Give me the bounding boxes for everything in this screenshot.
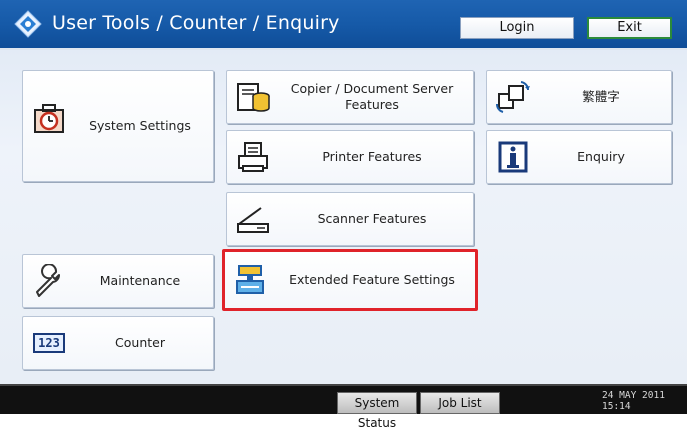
printer-icon	[238, 142, 268, 172]
printer-features-label: Printer Features	[322, 149, 422, 164]
language-switch-label: 繁體字	[582, 89, 620, 104]
wrench-icon	[36, 264, 61, 297]
scanner-features-button[interactable]: Scanner Features	[226, 192, 474, 246]
scanner-features-label: Scanner Features	[317, 211, 427, 226]
page-title: User Tools / Counter / Enquiry	[52, 12, 340, 34]
copier-document-server-icon	[237, 83, 270, 112]
alarm-clock-toolbox-icon	[34, 104, 64, 134]
extended-features-icon	[236, 265, 264, 294]
header-bar: User Tools / Counter / Enquiry Login Exi…	[0, 0, 687, 50]
enquiry-label: Enquiry	[577, 149, 625, 164]
printer-features-button[interactable]: Printer Features	[226, 130, 474, 184]
maintenance-button[interactable]: Maintenance	[22, 254, 214, 308]
language-switch-icon	[496, 81, 530, 113]
extended-feature-settings-label: Extended Feature Settings	[289, 272, 455, 287]
info-icon	[498, 141, 528, 173]
job-list-button[interactable]: Job List	[420, 392, 500, 414]
counter-button[interactable]: 123 Counter	[22, 316, 214, 370]
date-time-display: 24 MAY 2011 15:14	[602, 390, 665, 412]
login-button[interactable]: Login	[460, 17, 574, 39]
enquiry-button[interactable]: Enquiry	[486, 130, 672, 184]
copier-document-server-label: Copier / Document Server Features	[290, 81, 454, 112]
system-settings-button[interactable]: System Settings	[22, 70, 214, 182]
counter-icon-text: 123	[33, 333, 65, 353]
system-status-button[interactable]: System Status	[337, 392, 417, 430]
language-switch-button[interactable]: 繁體字	[486, 70, 672, 124]
bottom-status-bar: System Status Job List 24 MAY 2011 15:14	[0, 384, 687, 430]
scanner-icon	[237, 207, 269, 233]
time-text: 15:14	[602, 401, 631, 412]
counter-label: Counter	[115, 335, 165, 350]
counter-123-icon: 123	[31, 326, 67, 360]
user-tools-logo-icon	[14, 10, 42, 38]
exit-button[interactable]: Exit	[587, 17, 672, 39]
system-settings-label: System Settings	[89, 118, 191, 133]
maintenance-label: Maintenance	[99, 273, 181, 288]
date-text: 24 MAY 2011	[602, 390, 665, 401]
main-content: System Settings Maintenance 123 Counter …	[0, 50, 687, 384]
copier-document-server-button[interactable]: Copier / Document Server Features	[226, 70, 474, 124]
extended-feature-settings-button[interactable]: Extended Feature Settings	[222, 249, 478, 311]
